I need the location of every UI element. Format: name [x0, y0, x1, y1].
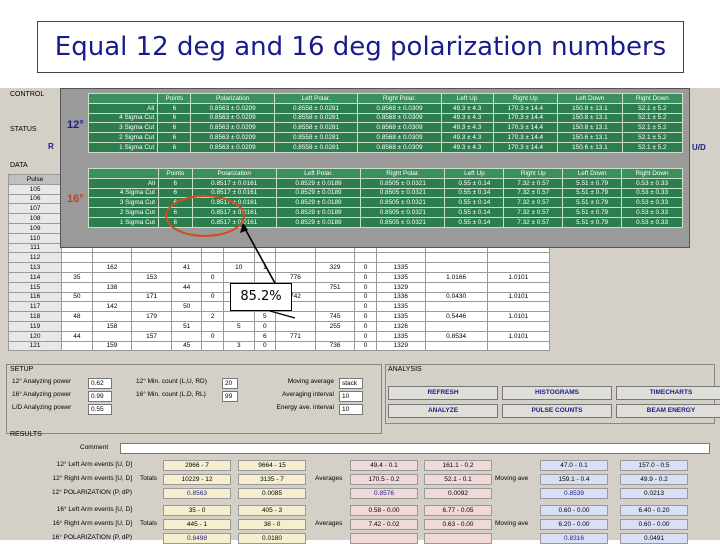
callout-arrow [240, 223, 296, 319]
callout-box: 85.2% [230, 283, 292, 311]
